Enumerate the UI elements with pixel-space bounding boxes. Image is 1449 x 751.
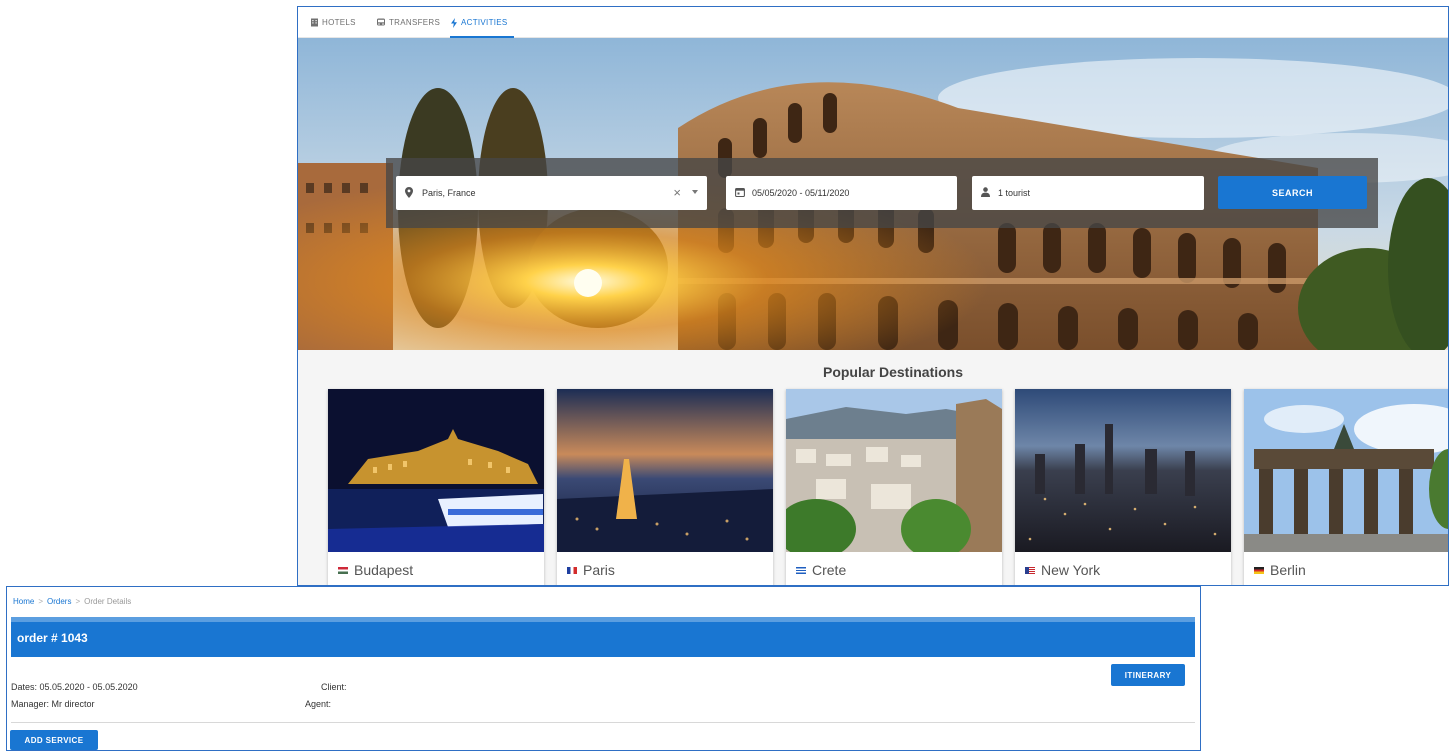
tab-hotels-label: HOTELS [322, 18, 356, 27]
destination-card-berlin[interactable]: Berlin [1244, 389, 1448, 585]
tab-hotels[interactable]: HOTELS [310, 7, 356, 38]
clear-icon[interactable]: × [673, 176, 681, 210]
usa-flag-icon [1025, 567, 1035, 574]
tab-activities[interactable]: ACTIVITIES [450, 7, 514, 38]
bus-icon [377, 18, 385, 26]
date-range-input[interactable]: 05/05/2020 - 05/11/2020 [726, 176, 957, 210]
breadcrumb-current: Order Details [84, 597, 132, 606]
breadcrumb-separator: > [38, 597, 44, 606]
destination-name: Berlin [1270, 562, 1306, 578]
tab-transfers[interactable]: TRANSFERS [376, 7, 440, 38]
date-range-value: 05/05/2020 - 05/11/2020 [752, 188, 850, 198]
breadcrumb-separator: > [75, 597, 81, 606]
destination-card-budapest[interactable]: Budapest [328, 389, 544, 585]
tab-transfers-label: TRANSFERS [389, 18, 441, 27]
order-manager: Manager: Mr director [11, 699, 95, 709]
tab-activities-label: ACTIVITIES [461, 18, 508, 27]
breadcrumb-home-link[interactable]: Home [13, 597, 34, 606]
germany-flag-icon [1254, 567, 1264, 574]
divider [11, 722, 1195, 723]
destination-name: Crete [812, 562, 847, 578]
destination-label: Budapest [338, 562, 413, 578]
calendar-icon [735, 187, 745, 197]
location-pin-icon [405, 187, 413, 198]
order-title: order # 1043 [17, 631, 88, 645]
itinerary-button[interactable]: ITINERARY [1111, 664, 1185, 686]
service-tabs: HOTELS TRANSFERS ACTIVITIES [298, 7, 1448, 38]
order-client: Client: [321, 682, 347, 692]
tourists-value: 1 tourist [998, 188, 1031, 198]
chevron-down-icon[interactable] [692, 190, 698, 194]
order-agent: Agent: [305, 699, 332, 709]
breadcrumb: Home > Orders > Order Details [13, 597, 131, 606]
person-icon [981, 187, 990, 197]
budapest-image [328, 389, 544, 552]
destination-name: Budapest [354, 562, 414, 578]
booking-search-panel: HOTELS TRANSFERS ACTIVITIES Paris, Franc… [297, 6, 1449, 586]
tourists-input[interactable]: 1 tourist [972, 176, 1204, 210]
destination-label: Berlin [1254, 562, 1306, 578]
crete-image [786, 389, 1002, 552]
add-service-button[interactable]: ADD SERVICE [10, 730, 98, 750]
destination-name: New York [1041, 562, 1101, 578]
search-bar: Paris, France × 05/05/2020 - 05/11/2020 … [386, 158, 1378, 228]
destination-input[interactable]: Paris, France × [396, 176, 707, 210]
order-header: order # 1043 [11, 617, 1195, 657]
hungary-flag-icon [338, 567, 348, 574]
destination-label: Paris [567, 562, 615, 578]
destination-value: Paris, France [422, 188, 476, 198]
popular-destinations-title: Popular Destinations [822, 364, 964, 380]
destination-card-paris[interactable]: Paris [557, 389, 773, 585]
destination-name: Paris [583, 562, 615, 578]
paris-image [557, 389, 773, 552]
order-dates: Dates: 05.05.2020 - 05.05.2020 [11, 682, 138, 692]
hotel-icon [311, 18, 318, 27]
order-details-panel: Home > Orders > Order Details order # 1043 D… [6, 586, 1201, 751]
greece-flag-icon [796, 567, 806, 574]
new-york-image [1015, 389, 1231, 552]
destination-card-new-york[interactable]: New York [1015, 389, 1231, 585]
destination-label: New York [1025, 562, 1100, 578]
france-flag-icon [567, 567, 577, 574]
destination-card-crete[interactable]: Crete [786, 389, 1002, 585]
search-button[interactable]: SEARCH [1218, 176, 1367, 209]
hero-banner: Paris, France × 05/05/2020 - 05/11/2020 … [298, 38, 1448, 350]
bolt-icon [451, 17, 457, 28]
breadcrumb-orders-link[interactable]: Orders [47, 597, 71, 606]
destination-label: Crete [796, 562, 846, 578]
berlin-image [1244, 389, 1448, 552]
